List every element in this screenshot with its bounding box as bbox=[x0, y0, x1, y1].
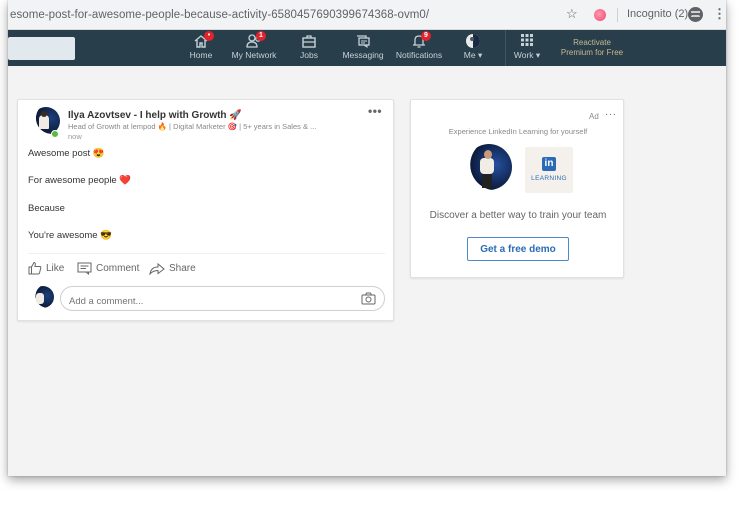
home-icon: • bbox=[186, 31, 216, 50]
nav-home[interactable]: • Home bbox=[186, 31, 216, 65]
more-options-icon[interactable]: ••• bbox=[368, 104, 382, 118]
nav-my-network[interactable]: 1 My Network bbox=[229, 31, 279, 65]
linkedin-nav: • Home 1 My Network Jobs Messaging 9 Not… bbox=[8, 30, 726, 66]
kebab-menu-icon[interactable]: ⋮ bbox=[713, 6, 726, 22]
search-input[interactable] bbox=[8, 37, 75, 60]
network-badge: 1 bbox=[256, 31, 266, 41]
learning-caption: LEARNING bbox=[531, 175, 567, 182]
nav-label: Me ▾ bbox=[463, 50, 483, 60]
nav-label: Notifications bbox=[395, 50, 443, 60]
post-timestamp: now bbox=[68, 132, 82, 141]
nav-label: My Network bbox=[231, 50, 277, 60]
comment-button[interactable]: Comment bbox=[77, 261, 139, 275]
messaging-icon bbox=[342, 33, 384, 50]
linkedin-learning-logo: in LEARNING bbox=[525, 147, 573, 193]
like-label: Like bbox=[46, 262, 65, 274]
post-text-line: For awesome people ❤️ bbox=[28, 175, 132, 186]
nav-messaging[interactable]: Messaging bbox=[342, 33, 384, 65]
like-button[interactable]: Like bbox=[28, 261, 64, 275]
ad-tagline: Discover a better way to train your team bbox=[429, 210, 607, 221]
author-headline: Head of Growth at lempod 🔥 | Digital Mar… bbox=[68, 122, 317, 131]
nav-jobs[interactable]: Jobs bbox=[296, 33, 322, 65]
premium-line-2: Premium for Free bbox=[560, 48, 624, 57]
ad-headline: Experience LinkedIn Learning for yoursel… bbox=[448, 127, 588, 136]
nav-label: Home bbox=[189, 50, 213, 60]
star-icon[interactable]: ☆ bbox=[566, 6, 578, 22]
me-avatar-icon bbox=[458, 33, 488, 50]
camera-icon[interactable] bbox=[361, 292, 376, 305]
share-icon bbox=[149, 262, 165, 275]
online-status-dot bbox=[51, 130, 59, 138]
thumbs-up-icon bbox=[28, 261, 42, 275]
comment-icon bbox=[77, 262, 92, 275]
reactivate-premium-link[interactable]: Reactivate Premium for Free bbox=[552, 38, 632, 58]
briefcase-icon bbox=[296, 33, 322, 50]
nav-label: Work ▾ bbox=[513, 50, 541, 60]
share-label: Share bbox=[169, 262, 196, 274]
linkedin-in-icon: in bbox=[542, 157, 556, 171]
nav-divider bbox=[505, 30, 506, 66]
bell-icon: 9 bbox=[394, 31, 444, 50]
home-badge: • bbox=[204, 31, 214, 41]
ad-more-options-icon[interactable]: ··· bbox=[605, 109, 617, 120]
nav-me[interactable]: Me ▾ bbox=[458, 33, 488, 65]
url-text[interactable]: esome-post-for-awesome-people-because-ac… bbox=[10, 9, 429, 21]
share-button[interactable]: Share bbox=[149, 261, 196, 275]
incognito-icon[interactable] bbox=[688, 7, 703, 22]
commenter-avatar bbox=[32, 286, 54, 308]
comment-label: Comment bbox=[96, 262, 140, 274]
post-text-line: You're awesome 😎 bbox=[28, 230, 113, 241]
post-text-line: Because bbox=[28, 203, 65, 214]
network-icon: 1 bbox=[229, 31, 279, 50]
toolbar-divider bbox=[617, 8, 618, 22]
ad-person-image bbox=[466, 144, 512, 190]
nav-label: Messaging bbox=[342, 50, 384, 60]
browser-window: esome-post-for-awesome-people-because-ac… bbox=[8, 0, 726, 476]
grid-icon bbox=[511, 33, 543, 50]
comment-input[interactable] bbox=[60, 286, 385, 311]
premium-line-1: Reactivate bbox=[573, 38, 611, 47]
address-bar[interactable]: esome-post-for-awesome-people-because-ac… bbox=[8, 4, 582, 26]
extension-icon[interactable] bbox=[594, 9, 606, 21]
incognito-label[interactable]: Incognito (2) bbox=[627, 8, 688, 20]
notifications-badge: 9 bbox=[421, 31, 431, 41]
ad-card: Ad ··· Experience LinkedIn Learning for … bbox=[410, 99, 624, 278]
ad-label: Ad bbox=[589, 112, 599, 121]
post-card: Ilya Azovtsev - I help with Growth 🚀 Hea… bbox=[17, 99, 394, 321]
post-text-line: Awesome post 😍 bbox=[28, 148, 105, 159]
nav-notifications[interactable]: 9 Notifications bbox=[394, 31, 444, 65]
nav-work[interactable]: Work ▾ bbox=[511, 33, 543, 65]
post-divider bbox=[28, 253, 385, 254]
get-free-demo-button[interactable]: Get a free demo bbox=[467, 237, 569, 261]
author-name[interactable]: Ilya Azovtsev - I help with Growth 🚀 bbox=[68, 110, 242, 121]
nav-label: Jobs bbox=[300, 50, 318, 60]
browser-toolbar: esome-post-for-awesome-people-because-ac… bbox=[8, 0, 726, 30]
